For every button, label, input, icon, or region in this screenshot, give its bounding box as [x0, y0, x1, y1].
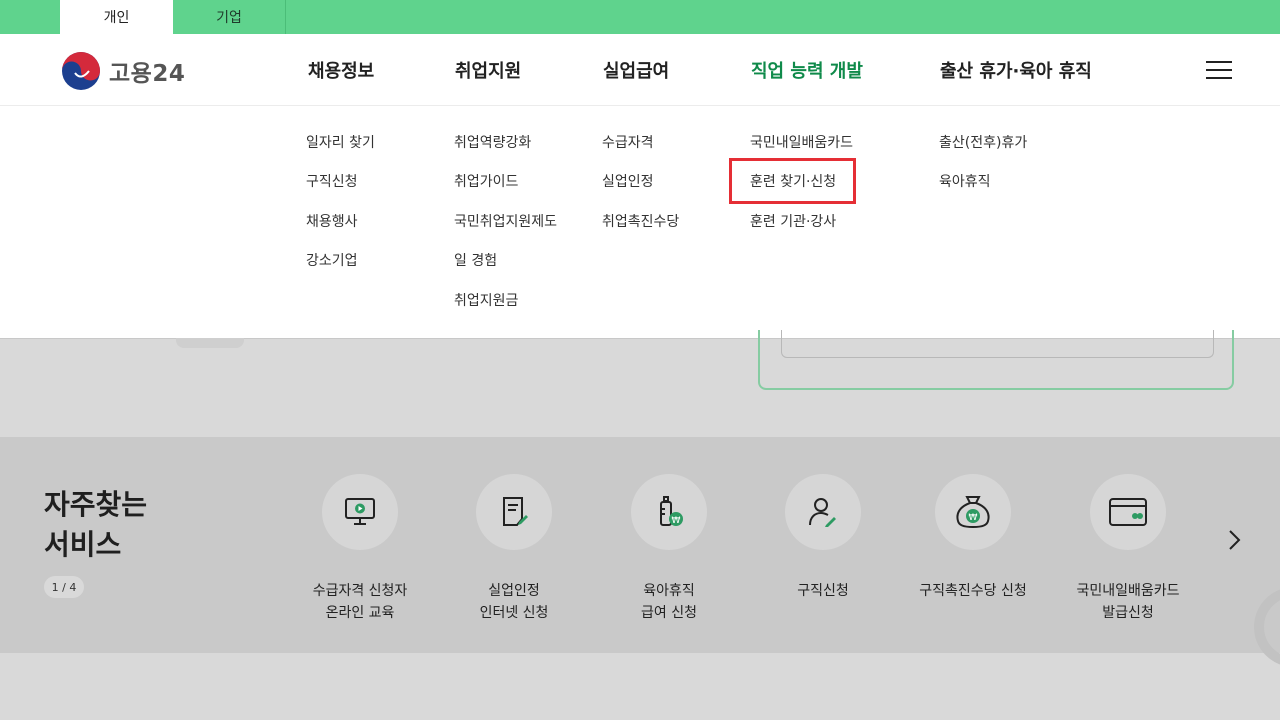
carousel-pager: 1 / 4 [44, 576, 84, 598]
service-icon-wrap [322, 474, 398, 550]
service-label: 구직신청 [797, 583, 849, 599]
section-title-line1: 자주찾는 [44, 488, 148, 521]
submenu-job-application[interactable]: 구직신청 [306, 171, 358, 191]
site-logo[interactable]: 고용24 [61, 51, 185, 91]
card-icon [1109, 498, 1147, 526]
chevron-right-icon[interactable] [1224, 527, 1244, 553]
service-icon-wrap: ₩ [935, 474, 1011, 550]
taegeuk-logo-icon [62, 52, 100, 90]
background-tab [176, 338, 244, 348]
service-job-application[interactable]: 구직신청 [753, 474, 893, 602]
submenu-small-giants[interactable]: 강소기업 [306, 250, 358, 270]
tab-personal[interactable]: 개인 [60, 0, 173, 34]
baby-bottle-won-icon: ₩ [660, 496, 683, 526]
background-card [758, 330, 1234, 390]
money-bag-icon: ₩ [956, 496, 990, 529]
submenu-employment-guide[interactable]: 취업가이드 [454, 171, 518, 191]
gnb-recruit-info[interactable]: 채용정보 [308, 57, 374, 83]
service-job-seeking-allowance[interactable]: ₩ 구직촉진수당 신청 [903, 474, 1043, 602]
submenu-job-search[interactable]: 일자리 찾기 [306, 132, 375, 152]
submenu-unemployment-recognition[interactable]: 실업인정 [602, 171, 654, 191]
frequent-services-section: 자주찾는 서비스 1 / 4 수급자격 신청자 온라인 교육 실업인정 인터넷 … [0, 437, 1280, 667]
hamburger-menu-icon[interactable] [1206, 59, 1232, 81]
service-unemployment-recognition[interactable]: 실업인정 인터넷 신청 [444, 474, 584, 624]
submenu-job-seeking-allowance[interactable]: 취업촉진수당 [602, 211, 679, 231]
decorative-circle [1254, 587, 1280, 667]
service-label: 육아휴직 급여 신청 [641, 583, 697, 621]
gnb-employment-support[interactable]: 취업지원 [455, 57, 521, 83]
service-learning-card-issue[interactable]: 국민내일배움카드 발급신청 [1058, 474, 1198, 624]
brand-name: 고용24 [109, 61, 186, 87]
service-icon-wrap [476, 474, 552, 550]
service-parental-leave-benefit[interactable]: ₩ 육아휴직 급여 신청 [599, 474, 739, 624]
highlight-box [729, 158, 856, 204]
mega-menu-dropdown: 일자리 찾기 구직신청 채용행사 강소기업 취업역량강화 취업가이드 국민취업지… [0, 106, 1280, 339]
section-title-line2: 서비스 [44, 528, 122, 561]
submenu-parental-leave[interactable]: 육아휴직 [939, 171, 991, 191]
service-icon-wrap: ₩ [631, 474, 707, 550]
service-icon-wrap [1090, 474, 1166, 550]
service-label: 구직촉진수당 신청 [919, 583, 1027, 599]
submenu-work-experience[interactable]: 일 경험 [454, 250, 497, 270]
person-pen-icon [809, 498, 836, 527]
submenu-eligibility[interactable]: 수급자격 [602, 132, 654, 152]
submenu-learning-card[interactable]: 국민내일배움카드 [750, 132, 853, 152]
monitor-play-icon [345, 498, 375, 525]
svg-text:₩: ₩ [672, 516, 681, 526]
submenu-job-fair[interactable]: 채용행사 [306, 211, 358, 231]
service-online-education[interactable]: 수급자격 신청자 온라인 교육 [290, 474, 430, 624]
submenu-national-employment-support[interactable]: 국민취업지원제도 [454, 211, 557, 231]
submenu-capability-boost[interactable]: 취업역량강화 [454, 132, 531, 152]
top-tab-bar: 개인 기업 [0, 0, 1280, 34]
submenu-maternity-leave[interactable]: 출산(전후)휴가 [939, 132, 1027, 152]
service-label: 국민내일배움카드 발급신청 [1076, 583, 1180, 621]
service-label: 수급자격 신청자 온라인 교육 [312, 583, 408, 621]
gnb-vocational-training[interactable]: 직업 능력 개발 [751, 57, 863, 83]
section-title: 자주찾는 서비스 [44, 485, 147, 565]
svg-text:₩: ₩ [969, 513, 978, 523]
gnb-unemployment-benefit[interactable]: 실업급여 [603, 57, 669, 83]
gnb-maternity-parental-leave[interactable]: 출산 휴가·육아 휴직 [940, 57, 1092, 83]
background-card-button [781, 330, 1214, 358]
service-label: 실업인정 인터넷 신청 [479, 583, 549, 621]
tab-business[interactable]: 기업 [173, 0, 286, 34]
document-pen-icon [503, 497, 528, 526]
service-icon-wrap [785, 474, 861, 550]
submenu-employment-subsidy[interactable]: 취업지원금 [454, 290, 518, 310]
submenu-training-institution-instructor[interactable]: 훈련 기관·강사 [750, 211, 836, 231]
site-header: 고용24 채용정보 취업지원 실업급여 직업 능력 개발 출산 휴가·육아 휴직 [0, 34, 1280, 106]
